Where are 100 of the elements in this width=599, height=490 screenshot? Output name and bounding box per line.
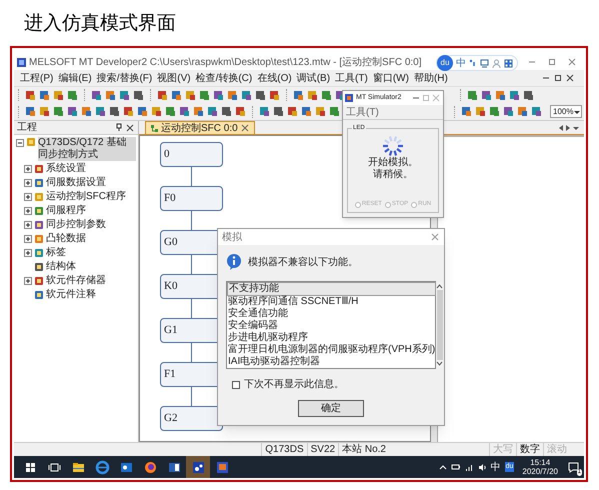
tree-item[interactable]: 软元件注释 [46,287,96,302]
tool-icon[interactable] [133,90,144,100]
menu-item[interactable]: 工具(T) [335,70,368,86]
close-icon[interactable] [565,73,575,83]
tool-icon[interactable] [475,106,486,117]
close-icon[interactable] [240,123,250,133]
tool-icon[interactable] [481,90,492,100]
expand-icon[interactable] [24,178,32,186]
tool-icon[interactable] [509,90,520,100]
list-item[interactable]: 安全编码器 [227,320,436,332]
tool-icon[interactable] [213,90,224,100]
tree-item[interactable]: 伺服数据设置 [46,175,106,190]
clock-date[interactable]: 2020/7/20 [522,467,558,476]
tree-item[interactable]: 软元件存储器 [46,273,106,288]
tool-icon[interactable] [39,106,50,117]
list-item[interactable]: IAI电动驱动器控制器 [227,356,436,368]
menu-item[interactable]: 调试(B) [296,70,330,86]
tool-icon[interactable] [269,90,280,100]
ime-indicator[interactable]: 中 [490,460,501,474]
tree-item[interactable]: 运动控制SFC程序 [46,189,126,204]
tool-icon[interactable] [517,106,528,117]
menu-item[interactable]: 编辑(E) [58,70,92,86]
tool-icon[interactable] [39,90,50,100]
tree-item[interactable]: 结构体 [46,259,76,274]
tree-item[interactable]: 同步控制参数 [46,217,106,232]
tool-icon[interactable] [179,106,190,117]
tree-item[interactable]: 标签 [46,245,66,260]
tool-icon[interactable] [495,90,506,100]
tool-icon[interactable] [235,106,246,117]
menu-item[interactable]: 帮助(H) [414,70,448,86]
tool-icon[interactable] [119,90,130,100]
expand-icon[interactable] [24,206,32,214]
taskbar-button[interactable] [186,456,210,478]
pin-icon[interactable] [115,122,123,130]
menu-item[interactable]: 工具(T) [346,104,379,120]
tool-icon[interactable] [259,106,270,117]
list-item[interactable]: 步进电机驱动程序 [227,332,436,344]
tool-icon[interactable] [321,90,332,100]
tool-icon[interactable] [241,90,252,100]
tool-icon[interactable] [287,106,298,117]
tree-item[interactable]: 凸轮数据 [46,231,86,246]
clock-time[interactable]: 15:14 [530,458,550,467]
tool-icon[interactable] [171,90,182,100]
tool-icon[interactable] [53,90,64,100]
tool-icon[interactable] [123,106,134,117]
volume-icon[interactable] [478,462,487,472]
tool-icon[interactable] [315,106,326,117]
menu-item[interactable]: 视图(V) [157,70,191,86]
tool-icon[interactable] [53,106,64,117]
tool-icon[interactable] [489,106,500,117]
tool-icon[interactable] [91,90,102,100]
tool-icon[interactable] [329,106,340,117]
sfc-step[interactable]: 0 [160,142,223,167]
sfc-step[interactable]: G2 [160,406,223,431]
menu-item[interactable]: 检查/转换(C) [196,70,252,86]
tool-icon[interactable] [301,106,312,117]
tool-icon[interactable] [109,106,120,117]
expand-icon[interactable] [24,234,32,242]
tool-icon[interactable] [151,106,162,117]
tool-icon[interactable] [67,106,78,117]
expand-icon[interactable] [24,276,32,284]
punctuation-icon[interactable] [469,59,477,67]
editor-tab[interactable]: 运动控制SFC 0:0 [145,121,255,134]
baidu-logo[interactable]: du [437,55,453,71]
menu-item[interactable]: 搜索/替换(F) [96,70,152,86]
close-icon[interactable] [125,122,135,132]
tool-icon[interactable] [461,106,472,117]
menu-item[interactable]: 在线(O) [257,70,292,86]
tool-icon[interactable] [467,90,478,100]
sfc-step[interactable]: F0 [160,186,223,211]
tree-item[interactable]: Q173DS/Q172 基础同步控制方式 [38,137,136,161]
tool-icon[interactable] [67,90,78,100]
tool-icon[interactable] [273,106,284,117]
tool-icon[interactable] [25,106,36,117]
ime-mode[interactable]: 中 [456,56,466,70]
expand-icon[interactable] [24,192,32,200]
expand-icon[interactable] [24,220,32,228]
tool-icon[interactable] [503,106,514,117]
tool-icon[interactable] [523,90,534,100]
tool-icon[interactable] [199,90,210,100]
tool-icon[interactable] [165,106,176,117]
network-icon[interactable] [464,462,474,472]
tool-icon[interactable] [255,90,266,100]
list-item[interactable]: 驱动程序间通信 SSCNETⅢ/H [227,296,436,308]
scroll-down-icon[interactable] [436,361,444,367]
tree-item[interactable]: 伺服程序 [46,203,86,218]
expand-icon[interactable] [24,248,32,256]
tab-nav-icon[interactable] [558,124,580,132]
tool-icon[interactable] [227,90,238,100]
tool-icon[interactable] [105,90,116,100]
tool-icon[interactable] [137,106,148,117]
menu-item[interactable]: 窗口(W) [372,70,409,86]
tool-icon[interactable] [157,90,168,100]
ok-button[interactable]: 确定 [298,400,364,417]
monitor-icon[interactable] [480,58,489,68]
menu-item[interactable]: 工程(P) [20,70,54,86]
tool-icon[interactable] [307,90,318,100]
tool-icon[interactable] [207,106,218,117]
zoom-select[interactable]: 100% [550,105,582,118]
grid-icon[interactable] [504,58,513,68]
